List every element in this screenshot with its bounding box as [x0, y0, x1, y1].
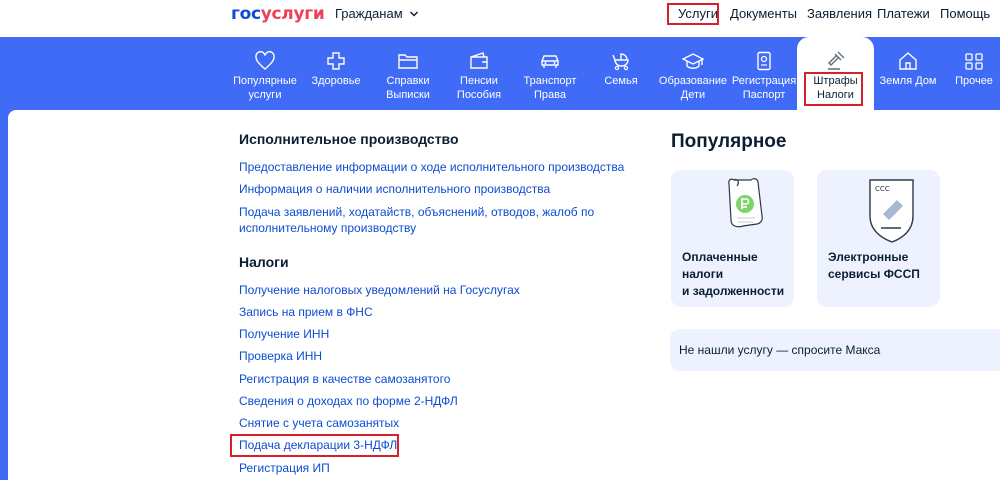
- folder-icon: [398, 54, 418, 69]
- category-label: Выписки: [386, 89, 430, 101]
- nav-documents[interactable]: Документы: [730, 6, 797, 21]
- card-paid-taxes[interactable]: Оплаченные налоги и задолженности: [671, 170, 794, 307]
- section-title-enforcement: Исполнительное производство: [239, 131, 459, 147]
- category-health[interactable]: Здоровье: [305, 37, 367, 110]
- top-header: госуслуги Гражданам Услуги Документы Зая…: [0, 0, 1000, 37]
- category-label: Справки: [386, 75, 430, 87]
- category-label: Прочее: [955, 75, 993, 87]
- category-land-house[interactable]: Земля Дом: [877, 37, 939, 110]
- nav-help[interactable]: Помощь: [940, 6, 990, 21]
- svg-text:ССС: ССС: [875, 185, 890, 193]
- link-get-inn[interactable]: Получение ИНН: [239, 326, 329, 343]
- passport-icon: [757, 51, 771, 71]
- link-self-employed-deregistration[interactable]: Снятие с учета самозанятых: [239, 415, 399, 432]
- card-label: налоги: [682, 267, 724, 281]
- audience-selector[interactable]: Гражданам: [335, 6, 419, 21]
- link-enforcement-applications-line2[interactable]: исполнительному производству: [239, 220, 416, 237]
- category-registration[interactable]: Регистрация Паспорт: [731, 37, 797, 110]
- heart-icon: [255, 51, 275, 70]
- category-label: Семья: [604, 75, 638, 87]
- category-label: Дети: [680, 89, 706, 101]
- gavel-icon: [827, 51, 844, 70]
- card-label: и задолженности: [682, 284, 785, 298]
- link-enforcement-progress[interactable]: Предоставление информации о ходе исполни…: [239, 159, 624, 176]
- receipt-ruble-icon: [728, 178, 763, 228]
- card-label: Оплаченные: [682, 250, 758, 264]
- car-icon: [541, 55, 559, 68]
- category-certificates[interactable]: Справки Выписки: [378, 37, 438, 110]
- category-label: Регистрация: [731, 75, 797, 87]
- link-enforcement-applications[interactable]: Подача заявлений, ходатайств, объяснений…: [239, 204, 594, 221]
- popular-title: Популярное: [671, 131, 787, 152]
- wallet-icon: [470, 52, 488, 69]
- link-enforcement-existence[interactable]: Информация о наличии исполнительного про…: [239, 181, 550, 198]
- card-label: сервисы ФССП: [828, 267, 920, 281]
- highlight-box-services: [667, 3, 719, 25]
- link-ip-registration[interactable]: Регистрация ИП: [239, 460, 330, 477]
- ask-assistant-button[interactable]: Не нашли услугу — спросите Макса: [670, 329, 1000, 371]
- nav-applications[interactable]: Заявления: [807, 6, 872, 21]
- section-title-taxes: Налоги: [239, 254, 289, 270]
- fssp-emblem-icon: ССС: [869, 179, 914, 243]
- audience-label: Гражданам: [335, 6, 403, 21]
- category-label: Транспорт: [523, 75, 577, 87]
- category-label: услуги: [248, 89, 282, 101]
- more-icon: [965, 53, 983, 70]
- link-self-employed-registration[interactable]: Регистрация в качестве самозанятого: [239, 371, 450, 388]
- graduation-cap-icon: [682, 53, 704, 69]
- logo-part-uslugi: услуги: [260, 4, 325, 24]
- category-label: Паспорт: [742, 89, 786, 101]
- category-label: Образование: [658, 75, 728, 87]
- stroller-icon: [612, 53, 629, 71]
- category-pensions[interactable]: Пенсии Пособия: [450, 37, 508, 110]
- chevron-down-icon: [409, 10, 418, 17]
- card-label: Электронные: [828, 250, 909, 264]
- card-fssp-services[interactable]: ССС Электронные сервисы ФССП: [817, 170, 940, 307]
- category-popular[interactable]: Популярные услуги: [230, 37, 300, 110]
- link-tax-notifications[interactable]: Получение налоговых уведомлений на Госус…: [239, 282, 520, 299]
- medical-cross-icon: [327, 52, 345, 70]
- category-label: Земля Дом: [879, 75, 937, 87]
- link-2ndfl-income[interactable]: Сведения о доходах по форме 2-НДФЛ: [239, 393, 458, 410]
- category-family[interactable]: Семья: [596, 37, 646, 110]
- category-other[interactable]: Прочее: [948, 37, 1000, 110]
- highlight-box-fines-taxes: [804, 72, 863, 106]
- category-label: Популярные: [233, 75, 297, 87]
- category-transport[interactable]: Транспорт Права: [518, 37, 582, 110]
- category-label: Здоровье: [311, 75, 361, 87]
- gosuslugi-logo[interactable]: госуслуги: [231, 4, 325, 24]
- logo-part-gos: гос: [231, 4, 261, 24]
- category-label: Пенсии: [460, 75, 498, 87]
- category-label: Права: [534, 89, 566, 101]
- nav-payments[interactable]: Платежи: [877, 6, 930, 21]
- link-check-inn[interactable]: Проверка ИНН: [239, 348, 322, 365]
- category-label: Пособия: [456, 89, 502, 101]
- category-education[interactable]: Образование Дети: [658, 37, 728, 110]
- link-fns-appointment[interactable]: Запись на прием в ФНС: [239, 304, 373, 321]
- house-icon: [899, 52, 917, 70]
- highlight-box-3ndfl: [230, 434, 399, 457]
